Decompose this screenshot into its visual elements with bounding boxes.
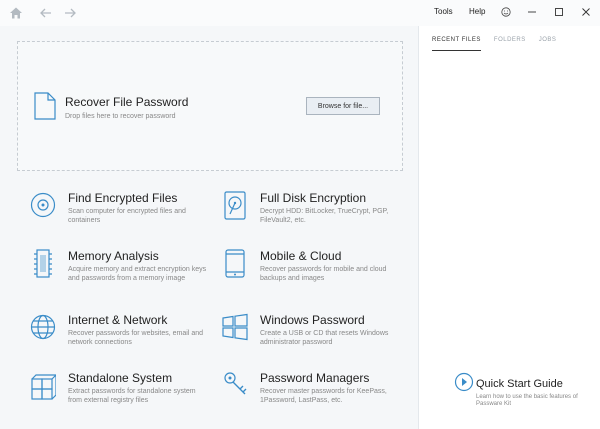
document-icon <box>34 92 56 120</box>
quick-start-title: Quick Start Guide <box>476 378 563 390</box>
disk-icon <box>30 191 56 221</box>
tile-title: Windows Password <box>260 313 365 327</box>
back-arrow-icon[interactable] <box>38 5 54 21</box>
windows-icon <box>222 313 248 343</box>
feedback-smiley-icon[interactable] <box>498 4 514 20</box>
guide-icon <box>454 372 474 392</box>
globe-icon <box>30 313 56 343</box>
file-drop-zone[interactable]: Recover File Password Drop files here to… <box>17 41 403 171</box>
minimize-button[interactable] <box>524 4 540 20</box>
tile-title: Find Encrypted Files <box>68 191 178 205</box>
tile-description: Recover passwords for websites, email an… <box>68 330 204 346</box>
mobile-icon <box>222 249 248 279</box>
recover-file-subtitle: Drop files here to recover password <box>65 113 176 120</box>
tile-standalone-system[interactable]: Standalone System Extract passwords for … <box>30 371 210 417</box>
tile-description: Recover master passwords for KeePass, 1P… <box>260 388 387 404</box>
tab-recent-files[interactable]: RECENT FILES <box>432 37 481 51</box>
tab-folders[interactable]: FOLDERS <box>494 37 526 51</box>
tile-description: Acquire memory and extract encryption ke… <box>68 266 207 282</box>
title-bar: Tools Help <box>0 0 600 26</box>
hdd-icon <box>222 191 248 221</box>
menu-tools[interactable]: Tools <box>434 7 453 16</box>
quick-start-subtitle: Learn how to use the basic features of P… <box>476 394 578 407</box>
tile-find-encrypted-files[interactable]: Find Encrypted Files Scan computer for e… <box>30 191 210 237</box>
tile-title: Full Disk Encryption <box>260 191 367 205</box>
tile-title: Memory Analysis <box>68 249 159 263</box>
main-panel: Recover File Password Drop files here to… <box>0 26 418 429</box>
tile-memory-analysis[interactable]: Memory Analysis Acquire memory and extra… <box>30 249 210 295</box>
tile-title: Mobile & Cloud <box>260 249 342 263</box>
forward-arrow-icon[interactable] <box>62 5 78 21</box>
tile-full-disk-encryption[interactable]: Full Disk Encryption Decrypt HDD: BitLoc… <box>222 191 402 237</box>
tile-description: Create a USB or CD that resets Windows a… <box>260 330 389 346</box>
quick-start-guide-link[interactable]: Quick Start Guide Learn how to use the b… <box>454 370 599 410</box>
tile-internet-network[interactable]: Internet & Network Recover passwords for… <box>30 313 210 359</box>
memory-chip-icon <box>30 249 56 279</box>
browse-for-file-button[interactable]: Browse for file... <box>306 97 380 115</box>
tile-windows-password[interactable]: Windows Password Create a USB or CD that… <box>222 313 402 359</box>
tile-title: Password Managers <box>260 371 370 385</box>
recover-file-title: Recover File Password <box>65 95 189 109</box>
home-icon[interactable] <box>8 5 24 21</box>
tile-title: Standalone System <box>68 371 173 385</box>
maximize-button[interactable] <box>551 4 567 20</box>
cubes-icon <box>30 371 58 401</box>
tile-description: Recover passwords for mobile and cloud b… <box>260 266 387 282</box>
keys-icon <box>222 371 248 401</box>
close-button[interactable] <box>578 4 594 20</box>
side-tabs: RECENT FILES FOLDERS JOBS <box>432 37 569 51</box>
menu-help[interactable]: Help <box>469 7 485 16</box>
side-panel: RECENT FILES FOLDERS JOBS Quick Start Gu… <box>418 26 600 429</box>
tile-description: Scan computer for encrypted files and co… <box>68 208 186 224</box>
tab-jobs[interactable]: JOBS <box>539 37 557 51</box>
tile-title: Internet & Network <box>68 313 168 327</box>
tile-description: Extract passwords for standalone system … <box>68 388 196 404</box>
tile-mobile-cloud[interactable]: Mobile & Cloud Recover passwords for mob… <box>222 249 402 295</box>
tile-description: Decrypt HDD: BitLocker, TrueCrypt, PGP, … <box>260 208 389 224</box>
tile-password-managers[interactable]: Password Managers Recover master passwor… <box>222 371 402 417</box>
